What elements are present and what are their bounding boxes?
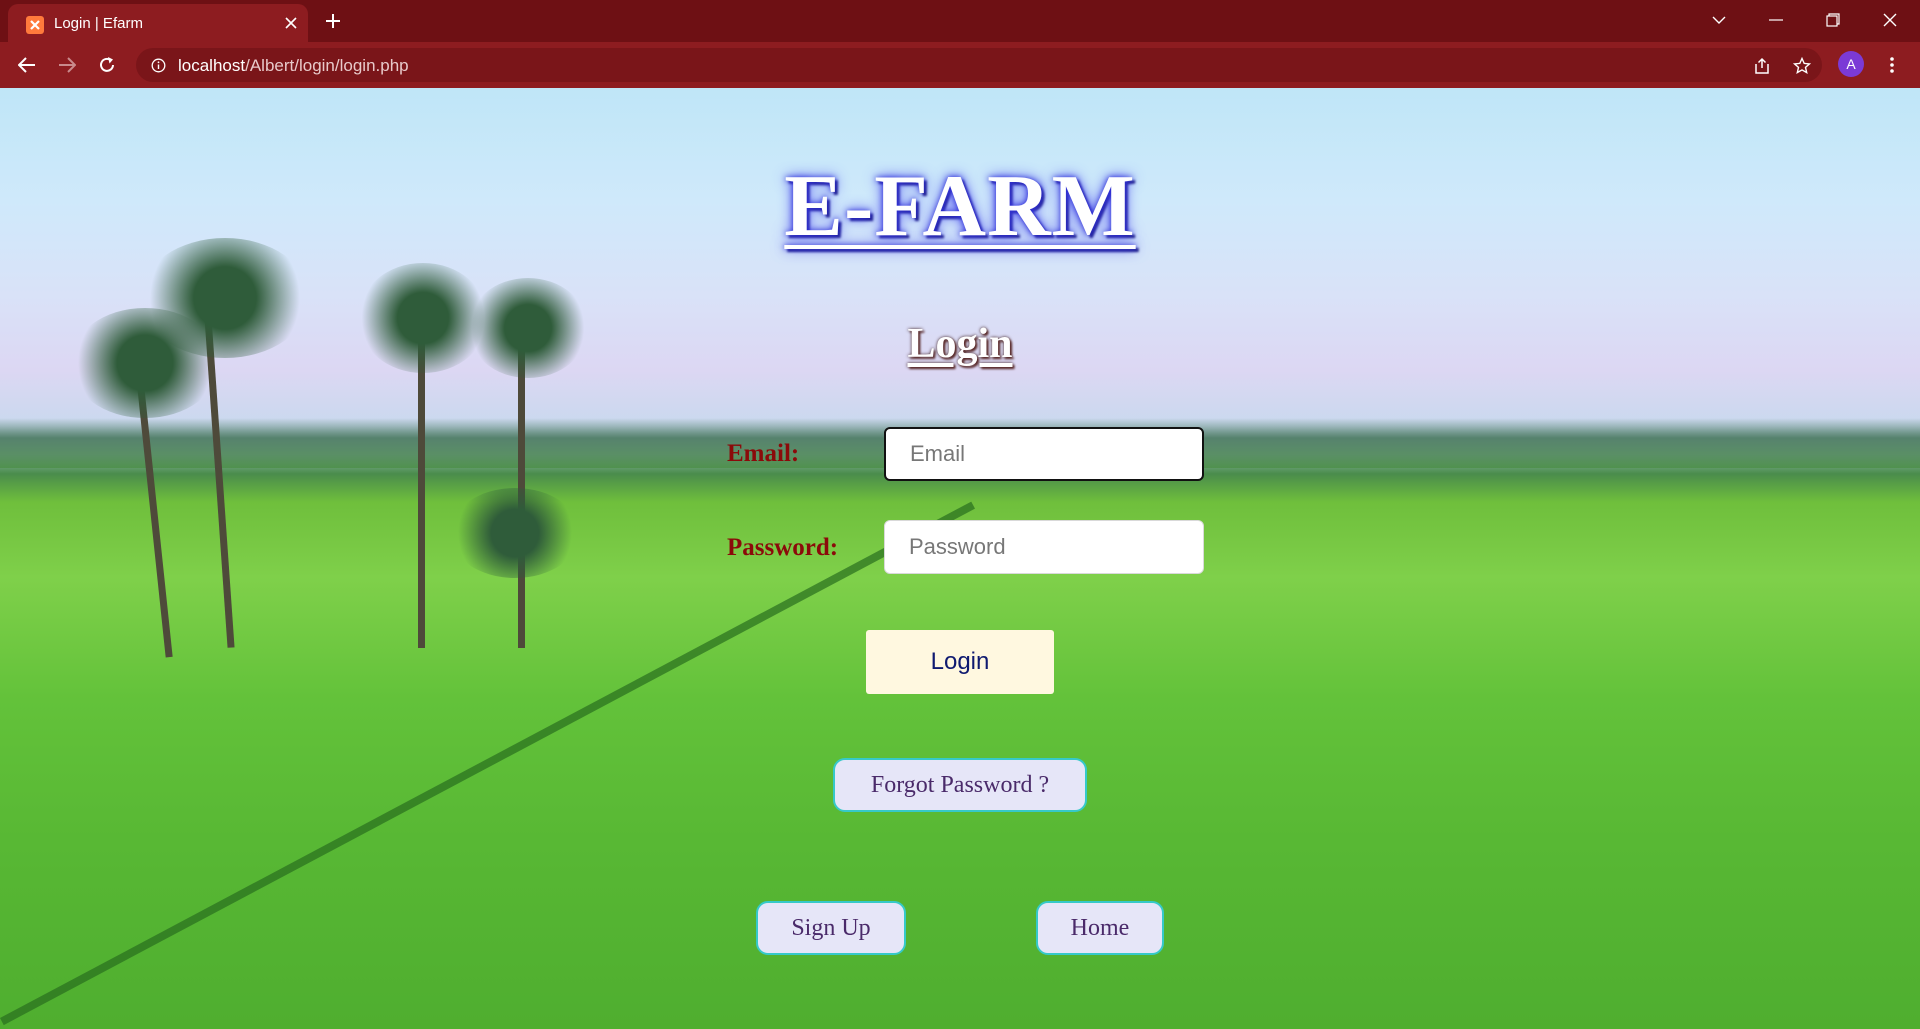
login-button[interactable]: Login xyxy=(866,630,1054,694)
sign-up-button[interactable]: Sign Up xyxy=(756,901,906,955)
xampp-favicon-icon xyxy=(26,16,44,34)
reload-icon[interactable] xyxy=(93,51,121,79)
password-field[interactable] xyxy=(884,520,1204,574)
share-icon[interactable] xyxy=(1750,54,1774,78)
kebab-menu-icon[interactable] xyxy=(1880,51,1904,79)
brand-title-wrap: E-FARM xyxy=(0,156,1920,257)
forgot-password-button[interactable]: Forgot Password ? xyxy=(833,758,1087,812)
browser-tab-bar: Login | Efarm xyxy=(0,0,1920,42)
login-page: E-FARM Login Email: Password: Login Forg… xyxy=(0,88,1920,1029)
plus-icon[interactable] xyxy=(322,10,344,32)
url-host: localhost xyxy=(178,56,246,75)
tab-title: Login | Efarm xyxy=(54,15,143,32)
email-field[interactable] xyxy=(884,427,1204,481)
url-text: localhost/Albert/login/login.php xyxy=(178,56,409,76)
close-icon[interactable] xyxy=(280,12,302,34)
url-path: /Albert/login/login.php xyxy=(245,56,409,75)
star-icon[interactable] xyxy=(1790,54,1814,78)
restore-icon[interactable] xyxy=(1813,6,1853,34)
window-close-icon[interactable] xyxy=(1870,6,1910,34)
email-label: Email: xyxy=(727,440,800,467)
login-heading: Login xyxy=(907,321,1013,367)
chevron-down-icon[interactable] xyxy=(1699,6,1739,34)
info-icon[interactable] xyxy=(150,57,166,73)
back-icon[interactable] xyxy=(13,51,41,79)
browser-toolbar: localhost/Albert/login/login.php A xyxy=(0,42,1920,88)
brand-title: E-FARM xyxy=(784,158,1136,255)
home-button[interactable]: Home xyxy=(1036,901,1164,955)
forward-icon[interactable] xyxy=(53,51,81,79)
password-label: Password: xyxy=(727,534,839,561)
address-bar[interactable]: localhost/Albert/login/login.php xyxy=(136,48,1822,82)
browser-tab[interactable]: Login | Efarm xyxy=(8,4,308,42)
login-heading-wrap: Login xyxy=(0,320,1920,368)
profile-avatar[interactable]: A xyxy=(1838,51,1864,77)
minimize-icon[interactable] xyxy=(1756,6,1796,34)
